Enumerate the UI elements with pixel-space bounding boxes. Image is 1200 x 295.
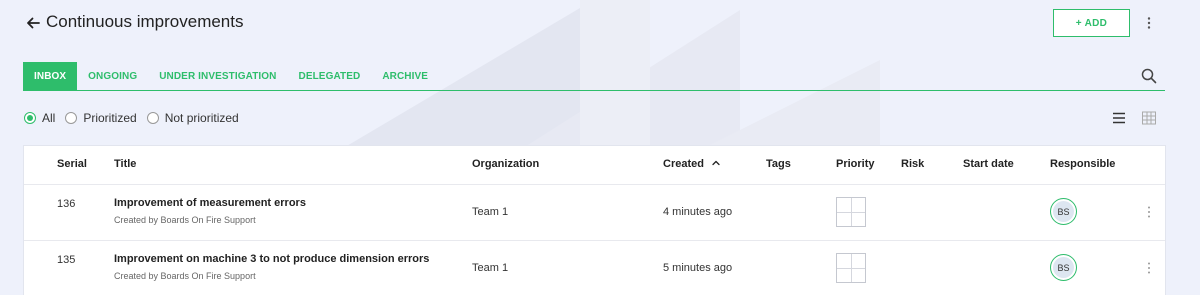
title-cell[interactable]: Improvement on machine 3 to not produce … xyxy=(114,253,429,265)
avatar[interactable]: BS xyxy=(1050,254,1077,281)
filter-all-label: All xyxy=(42,111,56,125)
tab-delegated[interactable]: DELEGATED xyxy=(288,62,372,91)
column-header-responsible[interactable]: Responsible xyxy=(1050,158,1115,170)
table-row[interactable]: 136 Improvement of measurement errors Cr… xyxy=(24,185,1165,240)
avatar[interactable]: BS xyxy=(1050,198,1077,225)
list-view-icon[interactable] xyxy=(1111,110,1127,126)
column-header-priority[interactable]: Priority xyxy=(836,158,875,170)
serial-cell: 135 xyxy=(57,254,76,266)
status-tabs: INBOX ONGOING UNDER INVESTIGATION DELEGA… xyxy=(23,62,439,91)
tab-archive[interactable]: ARCHIVE xyxy=(371,62,439,91)
add-button[interactable]: + ADD xyxy=(1053,9,1130,37)
back-arrow-icon[interactable] xyxy=(22,12,44,34)
priority-matrix[interactable] xyxy=(836,197,866,227)
filter-prioritized-label: Prioritized xyxy=(83,111,137,125)
title-cell[interactable]: Improvement of measurement errors xyxy=(114,197,306,209)
filter-prioritized[interactable]: Prioritized xyxy=(65,111,137,125)
filter-all[interactable]: All xyxy=(24,111,55,125)
column-header-start-date[interactable]: Start date xyxy=(963,158,1014,170)
organization-cell: Team 1 xyxy=(472,262,509,274)
column-header-created[interactable]: Created xyxy=(663,158,721,170)
created-by-text: Created by Boards On Fire Support xyxy=(114,215,256,225)
row-kebab-menu-icon[interactable] xyxy=(1144,204,1154,220)
grid-view-icon[interactable] xyxy=(1141,110,1157,126)
tab-inbox[interactable]: INBOX xyxy=(23,62,78,91)
filter-not-prioritized[interactable]: Not prioritized xyxy=(146,111,239,125)
radio-all[interactable] xyxy=(24,112,36,124)
radio-prioritized[interactable] xyxy=(65,112,78,124)
radio-not-prioritized[interactable] xyxy=(146,112,159,124)
filter-not-prioritized-label: Not prioritized xyxy=(164,111,239,125)
priority-matrix[interactable] xyxy=(836,253,866,283)
column-header-tags[interactable]: Tags xyxy=(766,158,791,170)
column-header-created-label: Created xyxy=(663,158,704,170)
column-header-risk[interactable]: Risk xyxy=(901,158,924,170)
priority-filter: All Prioritized Not prioritized xyxy=(24,111,249,125)
row-kebab-menu-icon[interactable] xyxy=(1144,260,1154,276)
page-title: Continuous improvements xyxy=(46,12,244,31)
column-header-organization[interactable]: Organization xyxy=(472,158,539,170)
column-header-title[interactable]: Title xyxy=(114,158,136,170)
created-cell: 5 minutes ago xyxy=(663,262,733,274)
created-cell: 4 minutes ago xyxy=(663,206,733,218)
sort-ascending-icon xyxy=(712,160,720,166)
kebab-menu-icon[interactable] xyxy=(1141,14,1157,32)
column-header-serial[interactable]: Serial xyxy=(57,158,87,170)
organization-cell: Team 1 xyxy=(472,206,509,218)
tab-under-investigation[interactable]: UNDER INVESTIGATION xyxy=(148,62,287,91)
search-icon[interactable] xyxy=(1140,67,1158,85)
serial-cell: 136 xyxy=(57,198,76,210)
improvements-table: Serial Title Organization Created Tags P… xyxy=(23,145,1166,295)
table-row[interactable]: 135 Improvement on machine 3 to not prod… xyxy=(24,241,1165,295)
created-by-text: Created by Boards On Fire Support xyxy=(114,271,256,281)
page-header: Continuous improvements + ADD xyxy=(0,0,1200,50)
tab-ongoing[interactable]: ONGOING xyxy=(77,62,148,91)
tabs-underline xyxy=(23,90,1165,91)
